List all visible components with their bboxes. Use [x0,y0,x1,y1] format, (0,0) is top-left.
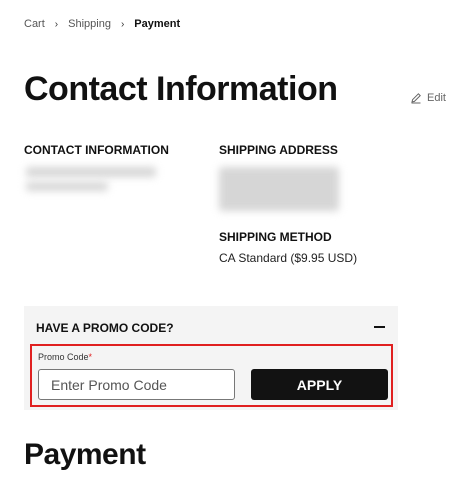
promo-code-label-text: Promo Code [38,352,89,362]
page-title: Contact Information [24,70,338,108]
shipping-method-heading: SHIPPING METHOD [219,230,332,244]
breadcrumb-payment: Payment [134,18,181,30]
breadcrumb: Cart › Shipping › Payment [24,18,180,30]
redacted-contact-line [26,167,156,177]
contact-information-heading: CONTACT INFORMATION [24,143,169,157]
required-marker: * [88,352,93,362]
promo-code-form: Promo Code* APPLY [30,344,393,407]
minus-icon[interactable] [372,319,388,335]
edit-label: Edit [427,92,446,104]
breadcrumb-shipping[interactable]: Shipping [68,18,111,30]
promo-code-label: Promo Code* [38,352,92,362]
promo-code-panel: HAVE A PROMO CODE? Promo Code* APPLY [24,306,398,410]
pencil-icon [411,93,421,104]
apply-button[interactable]: APPLY [251,369,388,400]
promo-code-input[interactable] [38,369,235,400]
shipping-method-value: CA Standard ($9.95 USD) [219,251,358,265]
breadcrumb-cart[interactable]: Cart [24,18,45,30]
chevron-right-icon: › [54,18,59,30]
promo-code-heading[interactable]: HAVE A PROMO CODE? [36,321,174,335]
redacted-contact-line [26,182,108,191]
shipping-address-heading: SHIPPING ADDRESS [219,143,338,157]
redacted-shipping-address [219,167,339,211]
chevron-right-icon: › [120,18,125,30]
payment-section-title: Payment [24,438,146,471]
edit-link[interactable]: Edit [410,92,446,104]
